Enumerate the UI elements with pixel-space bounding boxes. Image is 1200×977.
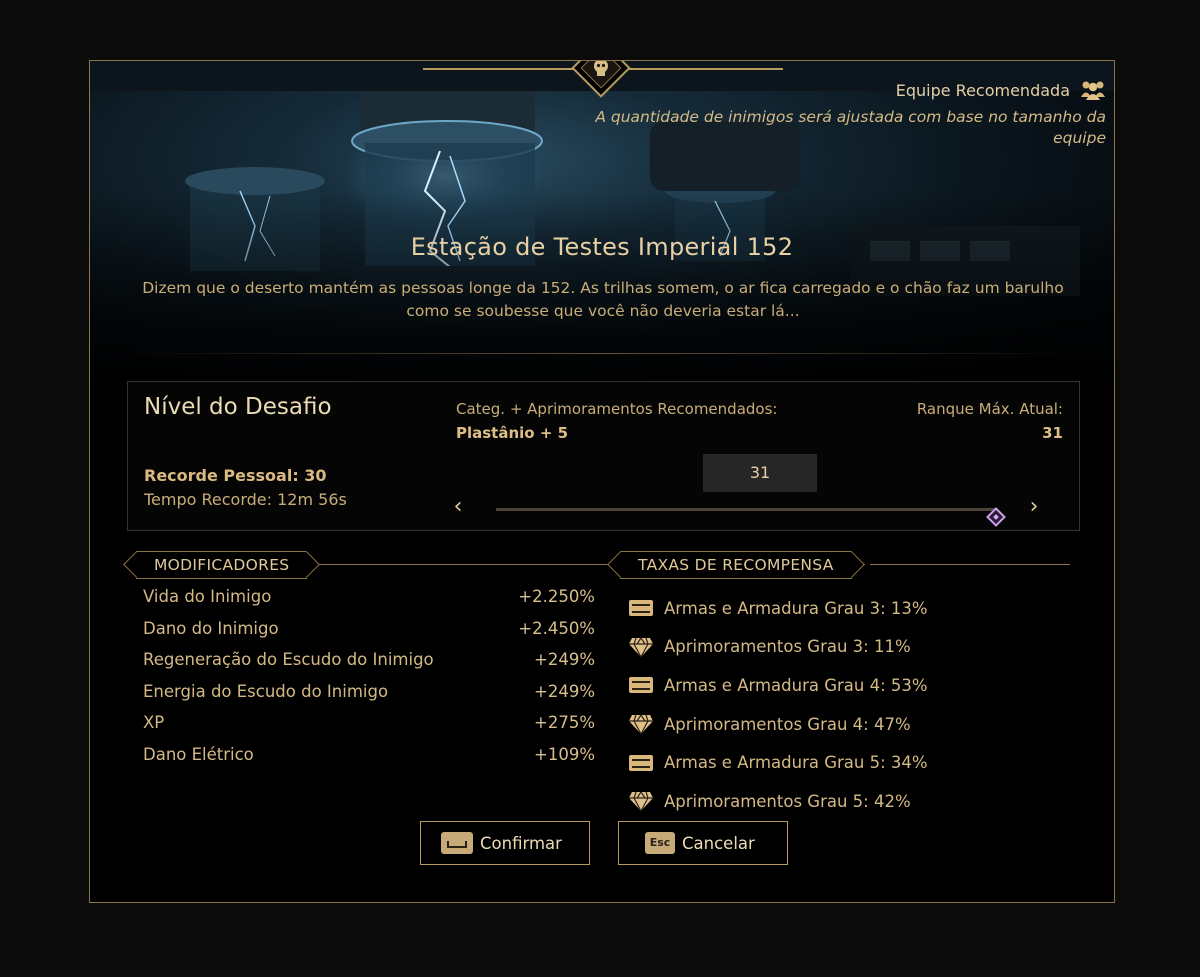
- reward-label: Aprimoramentos Grau 3: 11%: [664, 637, 911, 657]
- slider-fill: [496, 508, 996, 511]
- modifier-value: +275%: [534, 713, 595, 733]
- chevron-right-icon[interactable]: ›: [1024, 496, 1044, 518]
- diamond-icon: [628, 636, 654, 658]
- mission-description: Dizem que o deserto mantém as pessoas lo…: [142, 279, 1064, 320]
- rewards-header-label: TAXAS DE RECOMPENSA: [638, 556, 834, 574]
- recommended-team-label: Equipe Recomendada: [895, 80, 1070, 100]
- modifier-row: Dano Elétrico +109%: [143, 745, 595, 777]
- cancel-button[interactable]: Esc Cancelar: [618, 821, 788, 865]
- challenge-dialog: Equipe Recomendada A quantidade de inimi…: [89, 60, 1115, 903]
- diamond-icon: [628, 713, 654, 735]
- modifier-value: +109%: [534, 744, 595, 764]
- slider-track[interactable]: [496, 507, 1006, 527]
- reward-row: Aprimoramentos Grau 3: 11%: [628, 628, 1048, 667]
- reward-label: Aprimoramentos Grau 5: 42%: [664, 791, 911, 811]
- mission-title: Estação de Testes Imperial 152: [410, 233, 794, 261]
- people-group-icon: [1081, 81, 1105, 100]
- modifier-name: XP: [143, 713, 165, 733]
- modifiers-header-label: MODIFICADORES: [154, 556, 290, 574]
- modifier-row: Vida do Inimigo +2.250%: [143, 587, 595, 619]
- space-key-icon: [441, 832, 473, 854]
- recommended-upgrades-label: Categ. + Aprimoramentos Recomendados:: [456, 400, 778, 418]
- cancel-label: Cancelar: [682, 833, 755, 853]
- challenge-level-title: Nível do Desafio: [144, 394, 332, 420]
- challenge-level-slider[interactable]: ‹ ›: [448, 496, 1068, 527]
- team-size-note: A quantidade de inimigos será ajustada c…: [595, 108, 1106, 147]
- rewards-header: TAXAS DE RECOMPENSA: [620, 551, 852, 579]
- reward-row: Armas e Armadura Grau 4: 53%: [628, 666, 1048, 705]
- rewards-list: Armas e Armadura Grau 3: 13% Aprimorament…: [628, 589, 1048, 821]
- modifier-value: +2.450%: [518, 618, 595, 638]
- modifier-name: Regeneração do Escudo do Inimigo: [143, 650, 434, 670]
- max-rank-label: Ranque Máx. Atual:: [916, 400, 1063, 418]
- chevron-left-icon[interactable]: ‹: [448, 496, 468, 518]
- reward-label: Armas e Armadura Grau 5: 34%: [664, 753, 928, 773]
- modifiers-list: Vida do Inimigo +2.250% Dano do Inimigo +2.…: [143, 587, 595, 777]
- modifiers-header: MODIFICADORES: [136, 551, 308, 579]
- divider: [127, 353, 1079, 354]
- modifier-name: Vida do Inimigo: [143, 587, 272, 606]
- reward-label: Armas e Armadura Grau 4: 53%: [664, 675, 928, 695]
- chest-icon: [628, 752, 654, 774]
- modifier-name: Dano Elétrico: [143, 744, 254, 764]
- challenge-level-panel: Nível do Desafio Recorde Pessoal: 30 Tem…: [127, 381, 1080, 531]
- modifier-name: Dano do Inimigo: [143, 618, 279, 638]
- confirm-button[interactable]: Confirmar: [420, 821, 590, 865]
- modifier-value: +249%: [534, 650, 595, 670]
- reward-row: Armas e Armadura Grau 3: 13%: [628, 589, 1048, 628]
- reward-row: Aprimoramentos Grau 4: 47%: [628, 705, 1048, 744]
- reward-row: Aprimoramentos Grau 5: 42%: [628, 782, 1048, 821]
- modifier-row: XP +275%: [143, 713, 595, 745]
- reward-label: Aprimoramentos Grau 4: 47%: [664, 714, 911, 734]
- recommended-upgrades-value: Plastânio + 5: [456, 424, 569, 442]
- reward-row: Armas e Armadura Grau 5: 34%: [628, 743, 1048, 782]
- record-time: Tempo Recorde: 12m 56s: [144, 490, 347, 509]
- modifier-row: Dano do Inimigo +2.450%: [143, 619, 595, 651]
- chest-icon: [628, 674, 654, 696]
- challenge-level-input[interactable]: 31: [703, 454, 817, 492]
- recommended-team-panel: Equipe Recomendada A quantidade de inimi…: [546, 79, 1106, 149]
- modifier-value: +249%: [534, 681, 595, 701]
- max-rank-value: 31: [1042, 424, 1063, 442]
- modifier-name: Energia do Escudo do Inimigo: [143, 681, 389, 701]
- esc-key-icon: Esc: [645, 832, 675, 854]
- confirm-label: Confirmar: [480, 833, 562, 853]
- diamond-icon: [628, 790, 654, 812]
- modifier-row: Regeneração do Escudo do Inimigo +249%: [143, 650, 595, 682]
- chest-icon: [628, 597, 654, 619]
- modifier-value: +2.250%: [518, 587, 595, 606]
- personal-best: Recorde Pessoal: 30: [144, 466, 327, 485]
- reward-label: Armas e Armadura Grau 3: 13%: [664, 598, 928, 618]
- modifier-row: Energia do Escudo do Inimigo +249%: [143, 682, 595, 714]
